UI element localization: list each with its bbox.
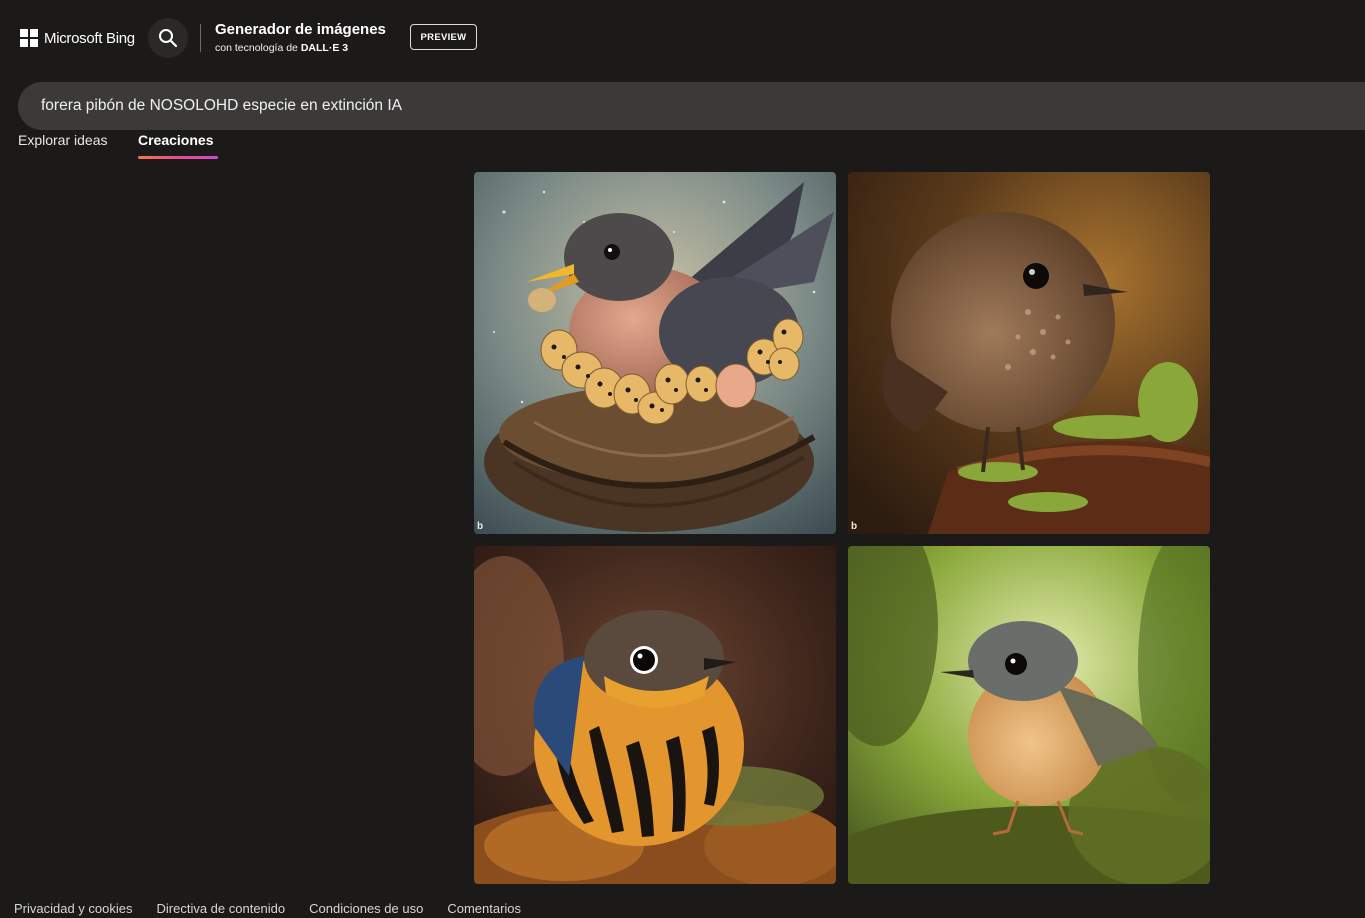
prompt-input[interactable] [39,96,1343,116]
app-subtitle-engine: DALL·E 3 [300,42,349,54]
generated-image-2[interactable]: b [848,172,1210,534]
watermark-1: b [477,521,483,532]
image-brown-wren: b [848,172,1210,534]
app-title: Generador de imágenes [215,21,386,38]
generated-image-1[interactable]: b [474,172,836,534]
footer-link-privacy[interactable]: Privacidad y cookies [14,887,133,916]
app-subtitle: con tecnología de DALL·E 3 [215,42,386,54]
tabs: Explorar ideas Creaciones [0,124,400,164]
app-title-block: Generador de imágenes con tecnología de … [215,21,386,54]
watermark-2: b [851,521,857,532]
app-subtitle-prefix: con tecnología de [215,42,301,54]
microsoft-logo-icon [20,29,38,47]
prompt-bar [18,82,1365,130]
header-divider [200,24,201,52]
page: Microsoft Bing Generador de imágenes con… [0,0,1365,918]
microsoft-bing-logo-link[interactable]: Microsoft Bing [20,27,135,49]
tab-explore-ideas[interactable]: Explorar ideas [18,132,108,148]
preview-badge[interactable]: PREVIEW [410,24,477,50]
tab-creations[interactable]: Creaciones [138,132,213,148]
footer-link-content-policy[interactable]: Directiva de contenido [157,887,286,916]
search-icon [159,29,178,48]
image-robin-bird [848,546,1210,884]
footer: Privacidad y cookies Directiva de conten… [0,884,1365,918]
image-striped-bird [474,546,836,884]
generated-image-3[interactable] [474,546,836,884]
search-button[interactable] [148,18,188,58]
footer-link-feedback[interactable]: Comentarios [447,887,521,916]
header: Microsoft Bing Generador de imágenes con… [0,0,1365,76]
brand-name: Microsoft Bing [44,29,135,47]
footer-link-terms[interactable]: Condiciones de uso [309,887,423,916]
generated-image-4[interactable] [848,546,1210,884]
image-nest-bird: b [474,172,836,534]
active-tab-indicator [138,156,218,159]
